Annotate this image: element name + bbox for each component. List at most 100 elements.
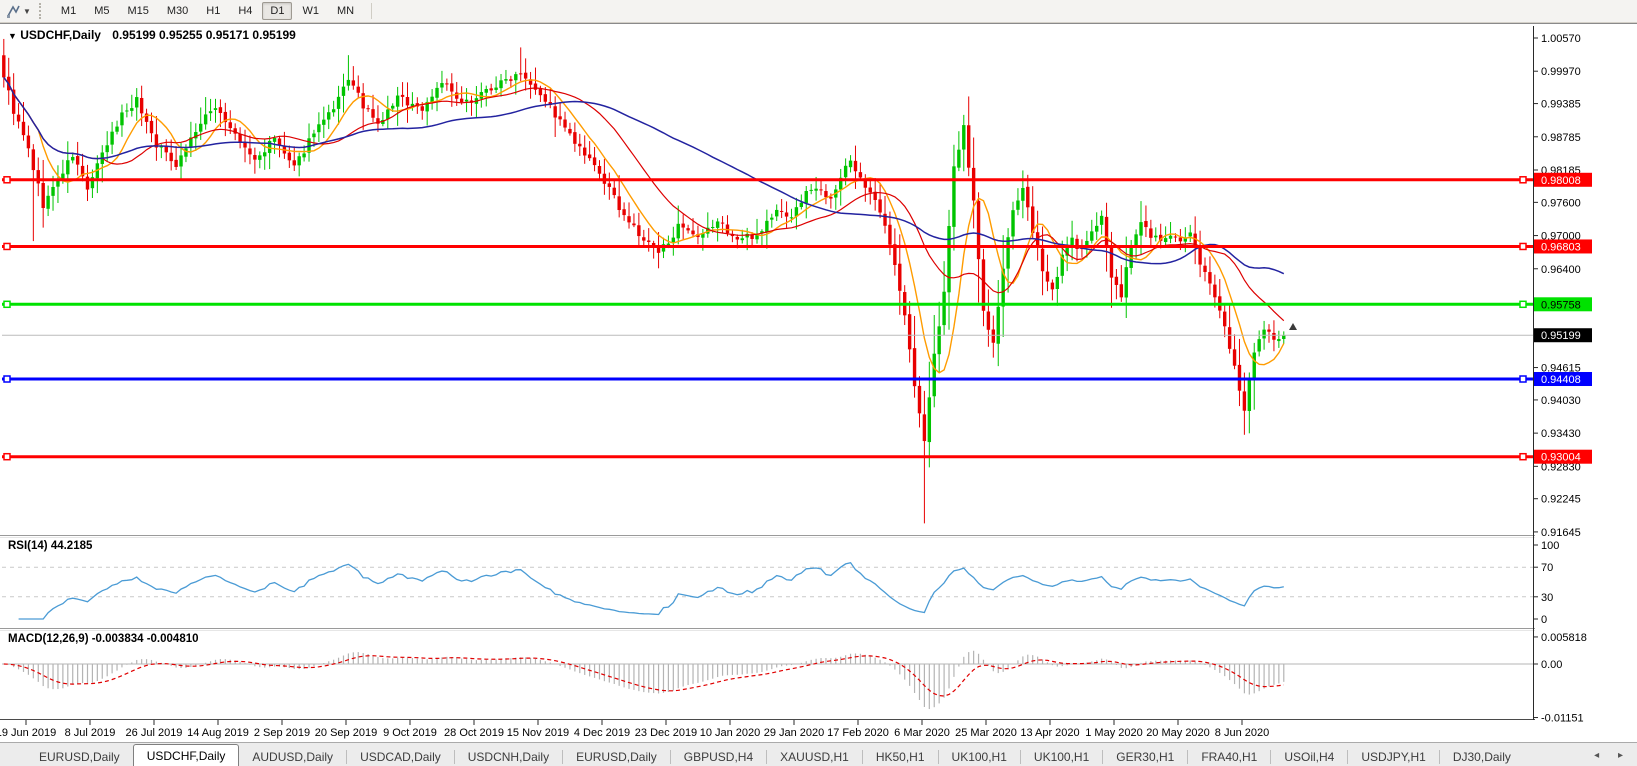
line-anchor-handle bbox=[1520, 454, 1526, 460]
line-anchor-handle bbox=[1520, 376, 1526, 382]
symbol-tab-gbpusd-h4[interactable]: GBPUSD,H4 bbox=[671, 746, 766, 766]
date-axis-label: 8 Jun 2020 bbox=[1215, 727, 1269, 739]
price-tag-0.96803: 0.96803 bbox=[1534, 239, 1592, 253]
symbol-tab-ger30-h1[interactable]: GER30,H1 bbox=[1103, 746, 1187, 766]
tab-scroll-arrows-icon[interactable]: ◂ ▸ bbox=[1594, 750, 1631, 761]
symbol-tab-usdchf-daily[interactable]: USDCHF,Daily bbox=[133, 744, 240, 766]
timeframe-button-h1[interactable]: H1 bbox=[198, 2, 228, 20]
symbol-tab-audusd-daily[interactable]: AUDUSD,Daily bbox=[239, 746, 346, 766]
date-axis-label: 6 Mar 2020 bbox=[894, 727, 950, 739]
date-axis-label: 10 Jan 2020 bbox=[700, 727, 761, 739]
line-anchor-handle bbox=[4, 301, 10, 307]
symbol-tabbar: EURUSD,DailyUSDCHF,DailyAUDUSD,DailyUSDC… bbox=[0, 742, 1637, 766]
symbol-tab-dj30-daily[interactable]: DJ30,Daily bbox=[1440, 746, 1524, 766]
toolbar-separator bbox=[371, 3, 372, 19]
symbol-tab-usdcad-daily[interactable]: USDCAD,Daily bbox=[347, 746, 454, 766]
timeframe-button-w1[interactable]: W1 bbox=[294, 2, 327, 20]
macd-indicator-label: MACD(12,26,9) -0.003834 -0.004810 bbox=[8, 633, 199, 645]
date-axis-label: 14 Aug 2019 bbox=[187, 727, 249, 739]
chart-symbol-period: USDCHF,Daily bbox=[20, 28, 101, 42]
line-anchor-handle bbox=[4, 243, 10, 249]
line-anchor-handle bbox=[1520, 177, 1526, 183]
chart-background bbox=[0, 24, 1637, 742]
timeframe-button-m15[interactable]: M15 bbox=[119, 2, 156, 20]
svg-text:0.94408: 0.94408 bbox=[1541, 374, 1581, 386]
price-axis-label: 0.94030 bbox=[1541, 395, 1581, 407]
line-anchor-handle bbox=[4, 376, 10, 382]
price-axis-label: 1.00570 bbox=[1541, 33, 1581, 45]
timeframe-button-m5[interactable]: M5 bbox=[86, 2, 117, 20]
price-tag-0.95199: 0.95199 bbox=[1534, 328, 1592, 342]
chart-objects-icon[interactable] bbox=[4, 3, 22, 19]
symbol-tab-eurusd-daily[interactable]: EURUSD,Daily bbox=[26, 746, 133, 766]
timeframe-button-mn[interactable]: MN bbox=[329, 2, 362, 20]
symbol-tab-usdcnh-daily[interactable]: USDCNH,Daily bbox=[455, 746, 562, 766]
svg-text:0.95199: 0.95199 bbox=[1541, 330, 1581, 342]
svg-text:0.96803: 0.96803 bbox=[1541, 241, 1581, 253]
price-axis-label: 0.98785 bbox=[1541, 132, 1581, 144]
date-axis-label: 25 Mar 2020 bbox=[955, 727, 1017, 739]
date-axis-label: 20 Sep 2019 bbox=[315, 727, 377, 739]
tabs-container: EURUSD,DailyUSDCHF,DailyAUDUSD,DailyUSDC… bbox=[26, 744, 1524, 766]
symbol-tab-eurusd-daily[interactable]: EURUSD,Daily bbox=[563, 746, 670, 766]
line-anchor-handle bbox=[1520, 301, 1526, 307]
price-axis-label: 0.92245 bbox=[1541, 494, 1581, 506]
date-axis-label: 2 Sep 2019 bbox=[254, 727, 310, 739]
date-axis-label: 8 Jul 2019 bbox=[65, 727, 116, 739]
timeframe-button-d1[interactable]: D1 bbox=[262, 2, 292, 20]
price-axis-label: 0.91645 bbox=[1541, 527, 1581, 539]
date-axis-label: 29 Jan 2020 bbox=[764, 727, 825, 739]
price-tag-0.94408: 0.94408 bbox=[1534, 372, 1592, 386]
line-anchor-handle bbox=[1520, 243, 1526, 249]
symbol-tab-uk100-h1[interactable]: UK100,H1 bbox=[1021, 746, 1102, 766]
symbol-tab-usoil-h4[interactable]: USOil,H4 bbox=[1271, 746, 1347, 766]
symbol-tab-usdjpy-h1[interactable]: USDJPY,H1 bbox=[1348, 746, 1438, 766]
timeframe-button-m30[interactable]: M30 bbox=[159, 2, 196, 20]
svg-text:0.95758: 0.95758 bbox=[1541, 299, 1581, 311]
date-axis-label: 19 Jun 2019 bbox=[0, 727, 56, 739]
rsi-axis-label: 0 bbox=[1541, 614, 1547, 626]
svg-text:0.93004: 0.93004 bbox=[1541, 452, 1581, 464]
date-axis-label: 23 Dec 2019 bbox=[635, 727, 697, 739]
rsi-axis-label: 70 bbox=[1541, 562, 1553, 574]
price-tag-0.98008: 0.98008 bbox=[1534, 173, 1592, 187]
rsi-axis-label: 100 bbox=[1541, 540, 1559, 552]
timeframe-buttons: M1M5M15M30H1H4D1W1MN bbox=[52, 5, 363, 17]
line-anchor-handle bbox=[4, 454, 10, 460]
chart-canvas[interactable]: 1.005700.999700.993850.987850.981850.976… bbox=[0, 24, 1637, 742]
price-axis-label: 0.96400 bbox=[1541, 264, 1581, 276]
chart-ohlc-values: 0.95199 0.95255 0.95171 0.95199 bbox=[112, 28, 296, 42]
macd-axis-label: 0.005818 bbox=[1541, 632, 1587, 644]
price-tag-0.95758: 0.95758 bbox=[1534, 297, 1592, 311]
toolbar-grip[interactable] bbox=[39, 3, 46, 19]
date-axis-label: 9 Oct 2019 bbox=[383, 727, 437, 739]
price-axis-label: 0.97600 bbox=[1541, 197, 1581, 209]
date-axis-label: 13 Apr 2020 bbox=[1020, 727, 1079, 739]
date-axis-label: 4 Dec 2019 bbox=[574, 727, 630, 739]
timeframe-button-h4[interactable]: H4 bbox=[230, 2, 260, 20]
price-axis-label: 0.99385 bbox=[1541, 99, 1581, 111]
chart-title: ▼ USDCHF,Daily 0.95199 0.95255 0.95171 0… bbox=[8, 28, 296, 42]
rsi-indicator-label: RSI(14) 44.2185 bbox=[8, 540, 92, 552]
svg-text:0.98008: 0.98008 bbox=[1541, 175, 1581, 187]
symbol-tab-hk50-h1[interactable]: HK50,H1 bbox=[863, 746, 938, 766]
rsi-axis-label: 30 bbox=[1541, 592, 1553, 604]
macd-axis-label: -0.01151 bbox=[1541, 713, 1584, 725]
date-axis-label: 20 May 2020 bbox=[1146, 727, 1210, 739]
timeframe-button-m1[interactable]: M1 bbox=[53, 2, 84, 20]
date-axis-label: 28 Oct 2019 bbox=[444, 727, 504, 739]
macd-axis-label: 0.00 bbox=[1541, 659, 1562, 671]
date-axis-label: 17 Feb 2020 bbox=[827, 727, 889, 739]
symbol-tab-fra40-h1[interactable]: FRA40,H1 bbox=[1188, 746, 1270, 766]
chevron-down-icon[interactable]: ▼ bbox=[23, 7, 31, 16]
line-anchor-handle bbox=[4, 177, 10, 183]
date-axis-label: 15 Nov 2019 bbox=[507, 727, 569, 739]
price-tag-0.93004: 0.93004 bbox=[1534, 450, 1592, 464]
symbol-tab-xauusd-h1[interactable]: XAUUSD,H1 bbox=[767, 746, 862, 766]
chart-window: ▼ USDCHF,Daily 0.95199 0.95255 0.95171 0… bbox=[0, 23, 1637, 742]
price-axis-label: 0.93430 bbox=[1541, 428, 1581, 440]
price-axis-label: 0.99970 bbox=[1541, 66, 1581, 78]
chart-context-arrow-icon[interactable]: ▼ bbox=[8, 31, 17, 41]
date-axis-label: 26 Jul 2019 bbox=[126, 727, 183, 739]
symbol-tab-uk100-h1[interactable]: UK100,H1 bbox=[939, 746, 1020, 766]
